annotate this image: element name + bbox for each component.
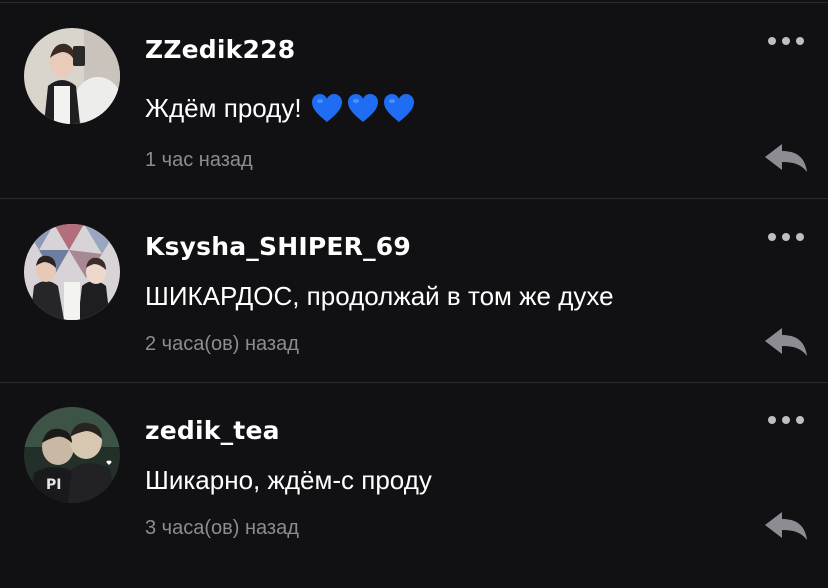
reply-arrow-icon[interactable] [763, 510, 809, 544]
comment-username[interactable]: zedik_tea [145, 416, 280, 445]
more-dots-icon[interactable] [766, 34, 806, 48]
comment-text-content: Шикарно, ждём-с проду [145, 465, 432, 495]
comment-item: Ksysha_SHIPER_69 ШИКАРДОС, продолжай в т… [0, 198, 828, 378]
comment-timestamp: 2 часа(ов) назад [145, 333, 299, 355]
avatar[interactable]: PI [24, 407, 120, 503]
comment-item: PI zedik_tea Шикарно, ждём-с проду 3 час… [0, 382, 828, 562]
blue-heart-icon [347, 94, 378, 122]
comment-text-content: ШИКАРДОС, продолжай в том же духе [145, 281, 614, 311]
avatar[interactable] [24, 28, 120, 124]
svg-text:PI: PI [46, 477, 61, 493]
blue-heart-icon [311, 94, 342, 122]
comment-text: Ждём проду! [145, 92, 416, 124]
reply-arrow-icon[interactable] [763, 142, 809, 176]
more-dots-icon[interactable] [766, 413, 806, 427]
comment-text-content: Ждём проду! [145, 92, 302, 123]
comment-timestamp: 1 час назад [145, 149, 253, 171]
reply-arrow-icon[interactable] [763, 326, 809, 360]
comment-username[interactable]: ZZedik228 [145, 35, 295, 64]
blue-heart-icon [383, 94, 414, 122]
avatar[interactable] [24, 224, 120, 320]
comment-text: Шикарно, ждём-с проду [145, 465, 432, 496]
comment-text: ШИКАРДОС, продолжай в том же духе [145, 281, 614, 312]
comment-item: ZZedik228 Ждём проду! 1 час назад [0, 0, 828, 180]
emoji-group [310, 92, 416, 124]
more-dots-icon[interactable] [766, 230, 806, 244]
comment-timestamp: 3 часа(ов) назад [145, 517, 299, 539]
comment-username[interactable]: Ksysha_SHIPER_69 [145, 232, 411, 261]
